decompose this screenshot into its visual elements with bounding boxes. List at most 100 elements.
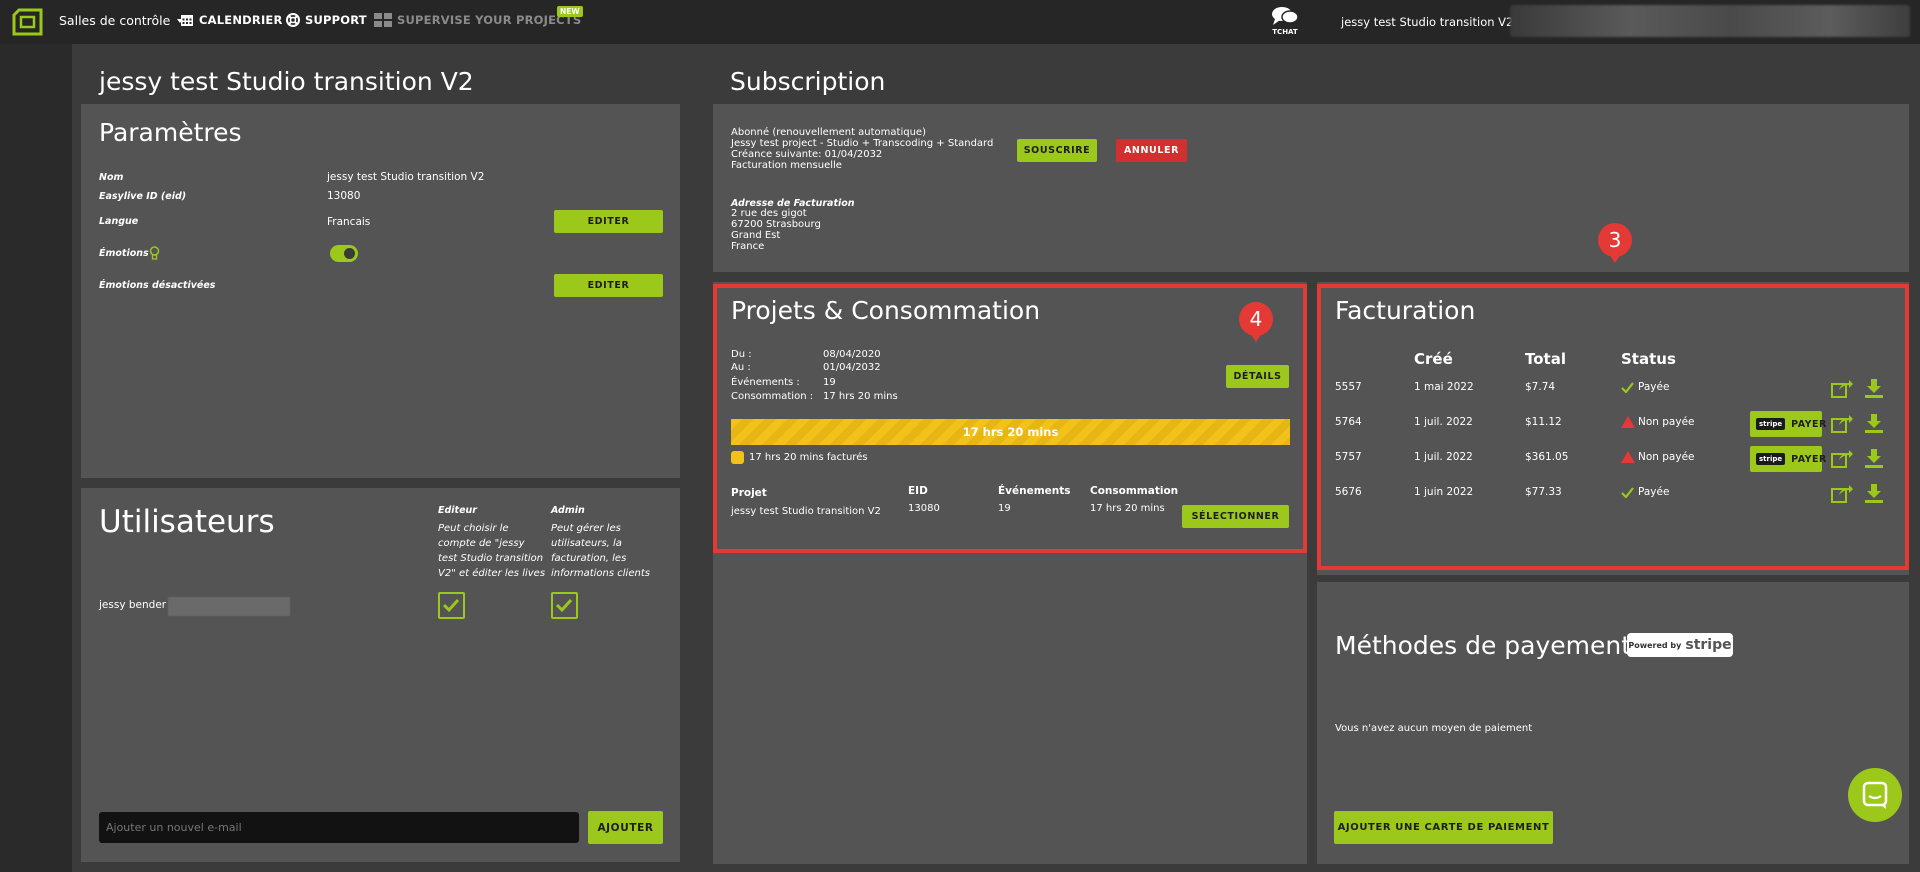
invoice-total: $361.05: [1525, 451, 1569, 463]
select-project-button[interactable]: SÉLECTIONNER: [1182, 505, 1289, 528]
pay-label: PAYER: [1791, 453, 1827, 465]
subscription-plan: Jessy test project - Studio + Transcodin…: [731, 138, 994, 149]
pay-invoice-button[interactable]: stripe PAYER: [1750, 411, 1826, 437]
pay-invoice-button[interactable]: stripe PAYER: [1750, 446, 1826, 472]
download-icon[interactable]: [1865, 483, 1883, 503]
share-icon[interactable]: [1831, 448, 1853, 468]
invoice-id: 5676: [1335, 486, 1362, 498]
admin-description: Peut gérer les utilisateurs, la facturat…: [551, 521, 650, 581]
stripe-logo: stripe: [1756, 418, 1786, 430]
cancel-subscription-button[interactable]: ANNULER: [1116, 139, 1187, 162]
top-navigation-bar: Salles de contrôle CALENDRIER SUPPORT SU…: [0, 0, 1920, 44]
tchat-button[interactable]: TCHAT: [1268, 6, 1302, 36]
lightbulb-icon: [149, 246, 160, 260]
project-eid-cell: 13080: [908, 503, 940, 514]
page-title: jessy test Studio transition V2: [99, 67, 474, 96]
billing-address-line: 67200 Strasbourg: [731, 219, 821, 230]
subscription-status: Abonné (renouvellement automatique): [731, 127, 926, 138]
utilisateurs-title: Utilisateurs: [99, 504, 275, 540]
download-icon[interactable]: [1865, 378, 1883, 398]
add-payment-card-button[interactable]: AJOUTER UNE CARTE DE PAIEMENT: [1334, 811, 1553, 844]
check-icon: [555, 598, 573, 613]
check-icon: [442, 598, 460, 613]
editeur-desc-line: compte de "jessy: [438, 538, 525, 549]
emotions-label: Émotions: [99, 248, 149, 259]
editeur-description: Peut choisir le compte de "jessy test St…: [438, 521, 545, 581]
grid-icon: [374, 13, 392, 27]
edit-emotions-disabled-button[interactable]: EDITER: [554, 274, 663, 297]
events-value: 19: [823, 377, 836, 388]
support-label: SUPPORT: [305, 13, 367, 27]
share-icon[interactable]: [1831, 378, 1853, 398]
subscription-title: Subscription: [730, 67, 886, 96]
warning-icon: [1621, 416, 1635, 428]
admin-desc-line: utilisateurs, la: [551, 538, 622, 549]
invoice-date: 1 mai 2022: [1414, 381, 1474, 393]
subscribe-button[interactable]: SOUSCRIRE: [1017, 139, 1097, 162]
add-user-button[interactable]: AJOUTER: [588, 811, 663, 844]
chat-bubbles-icon: [1272, 7, 1299, 25]
powered-by-stripe-badge: Powered by stripe: [1627, 633, 1733, 657]
calendar-link[interactable]: CALENDRIER: [180, 13, 283, 27]
projets-title: Projets & Consommation: [731, 296, 1041, 325]
admin-desc-line: Peut gérer les: [551, 523, 621, 534]
billed-text: 17 hrs 20 mins facturés: [749, 452, 868, 463]
control-rooms-menu[interactable]: Salles de contrôle: [59, 13, 184, 28]
calendar-icon: [181, 15, 193, 26]
billing-address-line: 2 rue des gigot: [731, 208, 807, 219]
annotation-marker-3: 3: [1598, 223, 1632, 263]
project-name-cell: jessy test Studio transition V2: [731, 506, 881, 517]
consumption-progress-bar: 17 hrs 20 mins: [731, 419, 1290, 445]
check-icon: [1621, 487, 1634, 498]
left-gutter: [0, 44, 72, 872]
consumption-value: 17 hrs 20 mins: [823, 391, 898, 402]
support-link[interactable]: SUPPORT: [286, 13, 367, 27]
download-icon[interactable]: [1865, 448, 1883, 468]
invoice-row: 5676 1 juin 2022 $77.33 Payée: [1335, 486, 1895, 516]
invoice-status: Payée: [1638, 486, 1670, 498]
account-label: jessy test Studio transition V2: [1341, 15, 1514, 29]
user-name: jessy bender: [99, 599, 167, 611]
details-button[interactable]: DÉTAILS: [1226, 365, 1289, 388]
billing-address-line: Grand Est: [731, 230, 781, 241]
invoice-total: $11.12: [1525, 416, 1562, 428]
emotions-toggle[interactable]: [330, 245, 358, 262]
control-rooms-label: Salles de contrôle: [59, 13, 171, 28]
lifebuoy-icon: [286, 13, 300, 27]
invoice-status: Non payée: [1638, 451, 1695, 463]
billing-address-line: France: [731, 241, 765, 252]
app-logo-icon[interactable]: [12, 8, 43, 36]
nom-label: Nom: [99, 172, 124, 183]
invoice-row: 5557 1 mai 2022 $7.74 Payée: [1335, 381, 1895, 411]
subscription-next-due: Créance suivante: 01/04/2032: [731, 149, 883, 160]
download-icon[interactable]: [1865, 413, 1883, 433]
events-label: Événements :: [731, 377, 800, 388]
redacted-user-info: [1510, 5, 1910, 37]
share-icon[interactable]: [1831, 483, 1853, 503]
col-eid-header: EID: [908, 485, 928, 497]
editeur-desc-line: test Studio transition: [438, 553, 544, 564]
chat-icon: [1862, 781, 1888, 809]
invoice-status: Payée: [1638, 381, 1670, 393]
supervise-projects-link[interactable]: SUPERVISE YOUR PROJECTS: [374, 13, 581, 27]
facturation-title: Facturation: [1335, 296, 1476, 325]
invoice-id: 5764: [1335, 416, 1362, 428]
editor-checkbox[interactable]: [438, 592, 465, 619]
editeur-desc-line: Peut choisir le: [438, 523, 509, 534]
subscription-billing-frequency: Facturation mensuelle: [731, 160, 842, 171]
support-chat-button[interactable]: [1848, 768, 1902, 822]
share-icon[interactable]: [1831, 413, 1853, 433]
parametres-title: Paramètres: [99, 118, 242, 147]
billed-legend-swatch: [731, 451, 744, 464]
admin-checkbox[interactable]: [551, 592, 578, 619]
new-email-input[interactable]: [99, 812, 579, 843]
tchat-label: TCHAT: [1272, 28, 1298, 36]
project-consumption-cell: 17 hrs 20 mins: [1090, 503, 1165, 514]
edit-language-button[interactable]: EDITER: [554, 210, 663, 233]
account-menu[interactable]: jessy test Studio transition V2: [1341, 15, 1526, 29]
invoice-status: Non payée: [1638, 416, 1695, 428]
langue-value: Francais: [327, 216, 371, 228]
admin-desc-line: informations clients: [551, 568, 650, 579]
progress-text: 17 hrs 20 mins: [962, 425, 1059, 439]
admin-heading: Admin: [551, 505, 585, 516]
